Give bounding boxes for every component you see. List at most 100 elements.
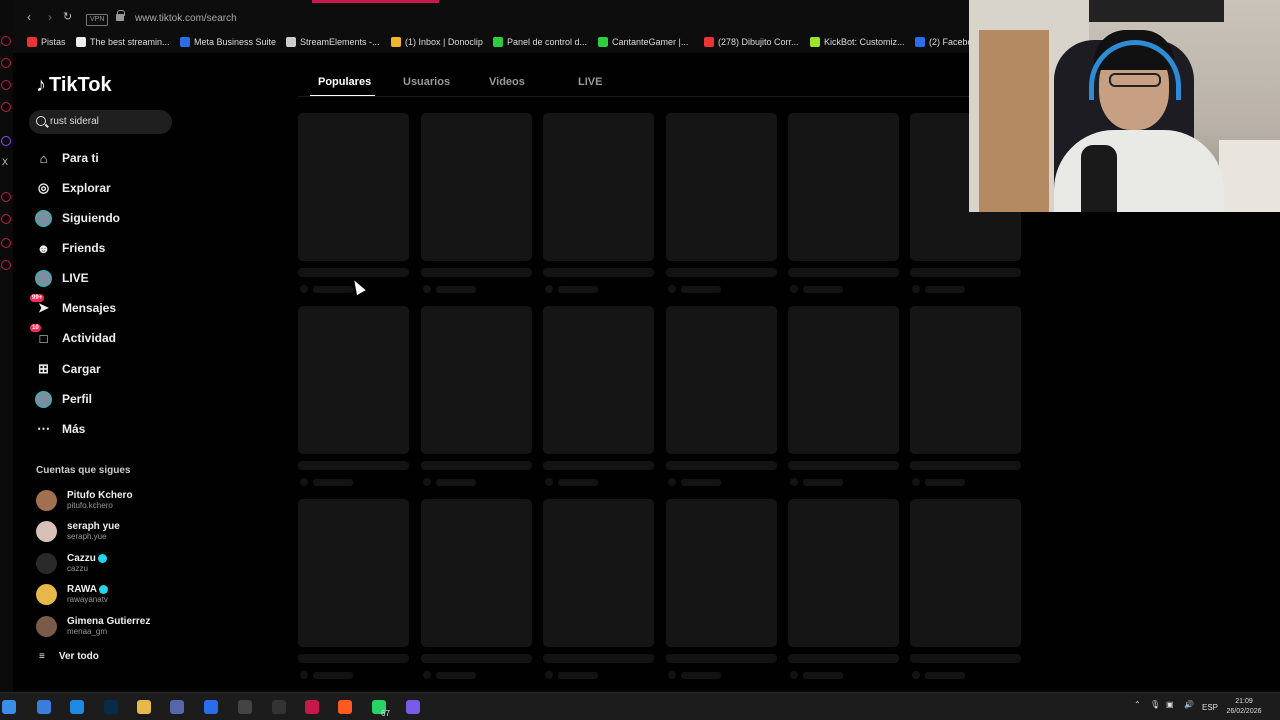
author-placeholder	[925, 286, 965, 293]
network-icon[interactable]: ▣	[1166, 700, 1174, 709]
nav-item-mensajes[interactable]: ➤ 99+ Mensajes	[30, 293, 116, 318]
mic-icon[interactable]: 🎙	[1150, 700, 1160, 709]
bookmark-item[interactable]: StreamElements -...	[286, 37, 380, 47]
side-panel-icon[interactable]	[1, 58, 11, 68]
nav-item-cargar[interactable]: ⊞ Cargar	[35, 359, 101, 379]
nav-item-siguiendo[interactable]: Siguiendo	[35, 208, 120, 228]
video-card-placeholder[interactable]	[421, 499, 532, 647]
file-explorer-icon[interactable]	[137, 700, 151, 714]
bookmark-item[interactable]: Meta Business Suite	[180, 37, 276, 47]
chevron-up-icon[interactable]: ⌃	[1134, 700, 1141, 709]
opera-icon[interactable]	[305, 700, 319, 714]
side-panel-icon[interactable]	[1, 192, 11, 202]
video-card-placeholder[interactable]	[421, 306, 532, 454]
followed-account[interactable]: Gimena Gutierrez menaa_gm	[36, 613, 150, 639]
tab-live[interactable]: LIVE	[578, 76, 602, 88]
followed-account[interactable]: Cazzu cazzu	[36, 550, 107, 576]
edge-icon[interactable]	[70, 700, 84, 714]
followed-account[interactable]: seraph yue seraph.yue	[36, 518, 120, 544]
compass-icon: ◎	[37, 180, 50, 195]
author-placeholder	[436, 286, 476, 293]
video-card-placeholder[interactable]	[421, 113, 532, 261]
store-icon[interactable]	[170, 700, 184, 714]
followed-account[interactable]: RAWA rawayanatv	[36, 581, 108, 607]
bookmark-item[interactable]: (278) Dibujito Corr...	[704, 37, 799, 47]
video-card-placeholder[interactable]	[666, 499, 777, 647]
brave-icon[interactable]	[338, 700, 352, 714]
discord-icon[interactable]	[406, 700, 420, 714]
windows-start-icon[interactable]	[2, 700, 16, 714]
video-card-placeholder[interactable]	[298, 499, 409, 647]
tab-populares[interactable]: Populares	[318, 76, 371, 88]
video-card-placeholder[interactable]	[788, 306, 899, 454]
settings-icon[interactable]	[1, 260, 11, 270]
avatar-placeholder	[668, 285, 676, 293]
obs-icon[interactable]	[272, 700, 286, 714]
bookmark-item[interactable]: The best streamin...	[76, 37, 170, 47]
video-card-placeholder[interactable]	[910, 499, 1021, 647]
bookmark-item[interactable]: (1) Inbox | Donoclip	[391, 37, 483, 47]
tab-usuarios[interactable]: Usuarios	[403, 76, 450, 88]
url-field[interactable]: www.tiktok.com/search	[135, 13, 237, 24]
see-all-button[interactable]: ≡ Ver todo	[39, 651, 99, 662]
video-card-placeholder[interactable]	[788, 499, 899, 647]
side-panel-icon[interactable]	[1, 238, 11, 248]
taskbar-clock[interactable]: 21:09 26/02/2026	[1224, 697, 1264, 717]
caption-placeholder	[910, 461, 1021, 470]
author-placeholder	[681, 479, 721, 486]
nav-item-m-s[interactable]: ⋯ Más	[35, 419, 85, 439]
caption-placeholder	[910, 268, 1021, 277]
live-icon	[35, 269, 52, 287]
avatar	[36, 552, 57, 574]
bookmark-icon	[810, 37, 820, 47]
nav-item-actividad[interactable]: □ 10 Actividad	[30, 323, 116, 348]
bookmark-item[interactable]: KickBot: Customiz...	[810, 37, 905, 47]
language-indicator[interactable]: ESP	[1202, 703, 1218, 712]
video-card-placeholder[interactable]	[298, 113, 409, 261]
side-panel-icon[interactable]	[1, 102, 11, 112]
nav-item-para-ti[interactable]: ⌂ Para ti	[35, 148, 99, 168]
copilot-icon[interactable]	[37, 700, 51, 714]
twitch-icon[interactable]	[1, 136, 11, 146]
vpn-badge[interactable]: VPN	[86, 14, 109, 26]
tiktok-logo[interactable]: ♪ TikTok	[36, 74, 112, 97]
nav-item-perfil[interactable]: Perfil	[35, 389, 92, 409]
list-icon: ≡	[39, 651, 45, 662]
video-card-placeholder[interactable]	[910, 306, 1021, 454]
side-panel-icon[interactable]	[1, 80, 11, 90]
photoshop-icon[interactable]	[104, 700, 118, 714]
video-card-placeholder[interactable]	[788, 113, 899, 261]
side-panel-icon[interactable]	[1, 36, 11, 46]
avatar	[36, 520, 57, 542]
search-input[interactable]: rust sideral	[29, 110, 172, 134]
mail-icon[interactable]	[204, 700, 218, 714]
lock-icon[interactable]	[116, 10, 125, 21]
bookmark-item[interactable]: (2) Facebo	[915, 37, 973, 47]
video-card-placeholder[interactable]	[666, 113, 777, 261]
nav-item-explorar[interactable]: ◎ Explorar	[35, 178, 111, 198]
reload-icon[interactable]: ↻	[63, 10, 72, 23]
video-card-placeholder[interactable]	[543, 499, 654, 647]
video-card-placeholder[interactable]	[298, 306, 409, 454]
volume-icon[interactable]: 🔊	[1184, 700, 1194, 709]
notification-badge: 99+	[30, 293, 45, 302]
x-icon[interactable]: X	[2, 157, 8, 167]
nav-item-live[interactable]: LIVE	[35, 268, 89, 288]
video-card-placeholder[interactable]	[666, 306, 777, 454]
nav-item-friends[interactable]: ☻ Friends	[35, 238, 106, 258]
video-card-placeholder[interactable]	[543, 113, 654, 261]
bookmark-item[interactable]: CantanteGamer |...	[598, 37, 688, 47]
bookmark-item[interactable]: Pistas	[27, 37, 66, 47]
bookmark-icon	[493, 37, 503, 47]
video-card-placeholder[interactable]	[543, 306, 654, 454]
active-tab-indicator	[312, 0, 439, 3]
bookmark-item[interactable]: Panel de control d...	[493, 37, 587, 47]
forward-icon[interactable]: ›	[48, 10, 52, 24]
back-icon[interactable]: ‹	[27, 10, 31, 24]
followed-account[interactable]: Pitufo Kchero pitufo.kchero	[36, 487, 133, 513]
side-panel-icon[interactable]	[1, 214, 11, 224]
avatar-placeholder	[423, 285, 431, 293]
avatar-placeholder	[668, 671, 676, 679]
app-icon[interactable]	[238, 700, 252, 714]
tab-videos[interactable]: Videos	[489, 76, 525, 88]
